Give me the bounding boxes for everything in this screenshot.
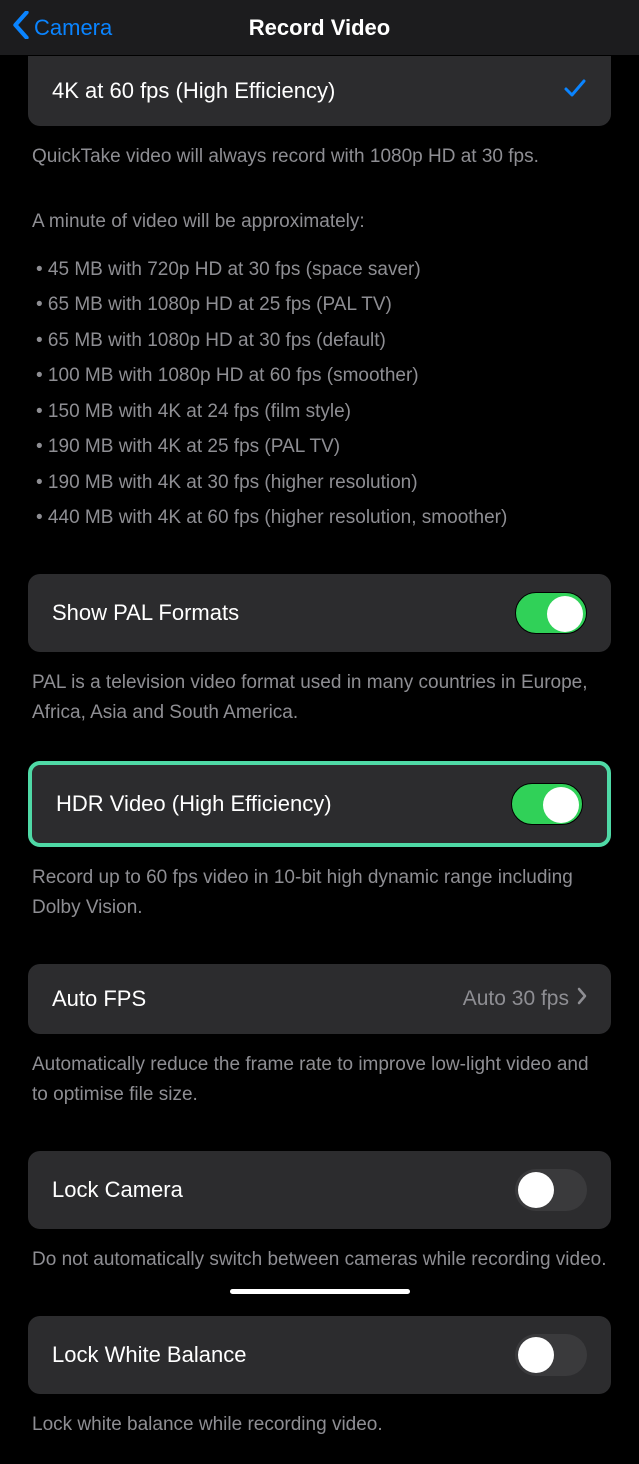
size-bullet: • 440 MB with 4K at 60 fps (higher resol… [32,503,607,532]
approx-intro: A minute of video will be approximately: [32,207,607,236]
show-pal-toggle[interactable] [515,592,587,634]
lockcamera-footer: Do not automatically switch between came… [28,1229,611,1280]
format-option-4k60[interactable]: 4K at 60 fps (High Efficiency) [28,56,611,126]
chevron-right-icon [577,987,587,1011]
back-button[interactable]: Camera [12,11,112,45]
option-label: 4K at 60 fps (High Efficiency) [52,78,335,104]
size-bullet: • 190 MB with 4K at 30 fps (higher resol… [32,468,607,497]
lockwb-footer: Lock white balance while recording video… [28,1394,611,1445]
size-bullet: • 45 MB with 720p HD at 30 fps (space sa… [32,255,607,284]
hdr-label: HDR Video (High Efficiency) [56,791,332,817]
autofps-value: Auto 30 fps [463,987,569,1011]
autofps-footer: Automatically reduce the frame rate to i… [28,1034,611,1115]
show-pal-label: Show PAL Formats [52,600,239,626]
hdr-toggle[interactable] [511,783,583,825]
size-bullet: • 150 MB with 4K at 24 fps (film style) [32,397,607,426]
autofps-label: Auto FPS [52,986,146,1012]
auto-fps-row[interactable]: Auto FPS Auto 30 fps [28,964,611,1034]
chevron-left-icon [12,11,34,45]
quicktake-note: QuickTake video will always record with … [32,142,607,171]
pal-footer: PAL is a television video format used in… [28,652,611,733]
size-bullet: • 65 MB with 1080p HD at 25 fps (PAL TV) [32,290,607,319]
home-indicator[interactable] [230,1289,410,1294]
lockwb-label: Lock White Balance [52,1342,246,1368]
format-footer: QuickTake video will always record with … [28,126,611,538]
size-bullet: • 65 MB with 1080p HD at 30 fps (default… [32,326,607,355]
hdr-video-row[interactable]: HDR Video (High Efficiency) [28,761,611,847]
checkmark-icon [563,76,587,106]
lock-white-balance-toggle[interactable] [515,1334,587,1376]
lockcamera-label: Lock Camera [52,1177,183,1203]
size-bullet: • 190 MB with 4K at 25 fps (PAL TV) [32,432,607,461]
size-bullets: • 45 MB with 720p HD at 30 fps (space sa… [32,255,607,533]
lock-camera-toggle[interactable] [515,1169,587,1211]
size-bullet: • 100 MB with 1080p HD at 60 fps (smooth… [32,361,607,390]
lock-white-balance-row[interactable]: Lock White Balance [28,1316,611,1394]
hdr-footer: Record up to 60 fps video in 10-bit high… [28,847,611,928]
show-pal-formats-row[interactable]: Show PAL Formats [28,574,611,652]
nav-bar: Camera Record Video [0,0,639,56]
back-label: Camera [34,15,112,41]
lock-camera-row[interactable]: Lock Camera [28,1151,611,1229]
